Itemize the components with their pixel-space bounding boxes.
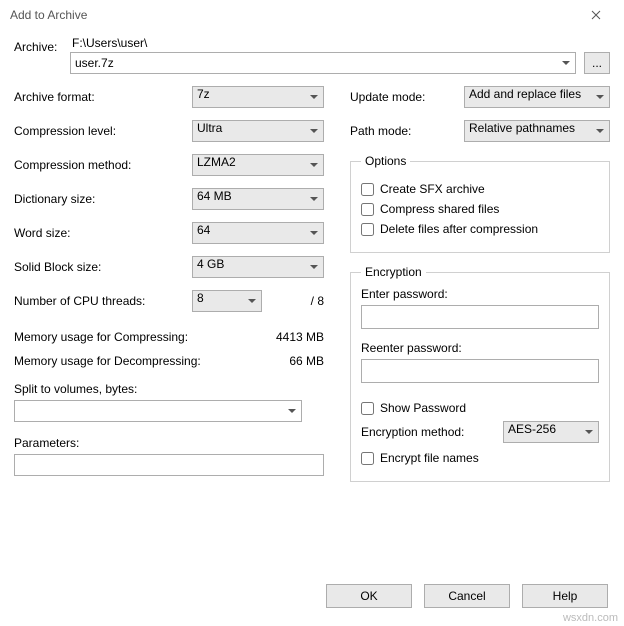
word-select[interactable]: 64 — [192, 222, 324, 244]
mem-comp-label: Memory usage for Compressing: — [14, 330, 188, 344]
threads-max: / 8 — [262, 294, 324, 308]
encryption-legend: Encryption — [361, 265, 426, 279]
close-button[interactable] — [576, 0, 616, 30]
mem-decomp-label: Memory usage for Decompressing: — [14, 354, 201, 368]
params-input[interactable] — [14, 454, 324, 476]
encrypt-names-label: Encrypt file names — [380, 451, 479, 465]
threads-label: Number of CPU threads: — [14, 294, 192, 308]
encryption-group: Encryption Enter password: Reenter passw… — [350, 265, 610, 482]
split-input[interactable] — [14, 400, 302, 422]
level-select[interactable]: Ultra — [192, 120, 324, 142]
watermark: wsxdn.com — [563, 612, 618, 624]
enter-pw-label: Enter password: — [361, 287, 599, 301]
titlebar: Add to Archive — [0, 0, 624, 30]
split-label: Split to volumes, bytes: — [14, 382, 324, 396]
ok-button[interactable]: OK — [326, 584, 412, 608]
options-group: Options Create SFX archive Compress shar… — [350, 154, 610, 253]
archive-name-input[interactable] — [70, 52, 576, 74]
sfx-checkbox[interactable] — [361, 183, 374, 196]
delete-label: Delete files after compression — [380, 222, 538, 236]
threads-select[interactable]: 8 — [192, 290, 262, 312]
method-select[interactable]: LZMA2 — [192, 154, 324, 176]
format-label: Archive format: — [14, 90, 192, 104]
pathmode-select[interactable]: Relative pathnames — [464, 120, 610, 142]
format-select[interactable]: 7z — [192, 86, 324, 108]
cancel-button[interactable]: Cancel — [424, 584, 510, 608]
update-label: Update mode: — [350, 90, 464, 104]
password-input[interactable] — [361, 305, 599, 329]
show-pw-checkbox[interactable] — [361, 402, 374, 415]
help-button[interactable]: Help — [522, 584, 608, 608]
update-select[interactable]: Add and replace files — [464, 86, 610, 108]
level-label: Compression level: — [14, 124, 192, 138]
block-label: Solid Block size: — [14, 260, 192, 274]
shared-checkbox[interactable] — [361, 203, 374, 216]
pathmode-label: Path mode: — [350, 124, 464, 138]
params-label: Parameters: — [14, 436, 324, 450]
mem-comp-value: 4413 MB — [276, 330, 324, 344]
options-legend: Options — [361, 154, 410, 168]
word-label: Word size: — [14, 226, 192, 240]
archive-path: F:\Users\user\ — [70, 36, 610, 52]
enc-method-label: Encryption method: — [361, 425, 503, 439]
show-pw-label: Show Password — [380, 401, 466, 415]
enc-method-select[interactable]: AES-256 — [503, 421, 599, 443]
close-icon — [591, 10, 601, 20]
method-label: Compression method: — [14, 158, 192, 172]
archive-label: Archive: — [14, 36, 70, 54]
mem-decomp-value: 66 MB — [289, 354, 324, 368]
password-confirm-input[interactable] — [361, 359, 599, 383]
block-select[interactable]: 4 GB — [192, 256, 324, 278]
encrypt-names-checkbox[interactable] — [361, 452, 374, 465]
window-title: Add to Archive — [10, 8, 87, 22]
sfx-label: Create SFX archive — [380, 182, 485, 196]
shared-label: Compress shared files — [380, 202, 499, 216]
reenter-pw-label: Reenter password: — [361, 341, 599, 355]
delete-checkbox[interactable] — [361, 223, 374, 236]
dict-select[interactable]: 64 MB — [192, 188, 324, 210]
browse-button[interactable]: ... — [584, 52, 610, 74]
dict-label: Dictionary size: — [14, 192, 192, 206]
